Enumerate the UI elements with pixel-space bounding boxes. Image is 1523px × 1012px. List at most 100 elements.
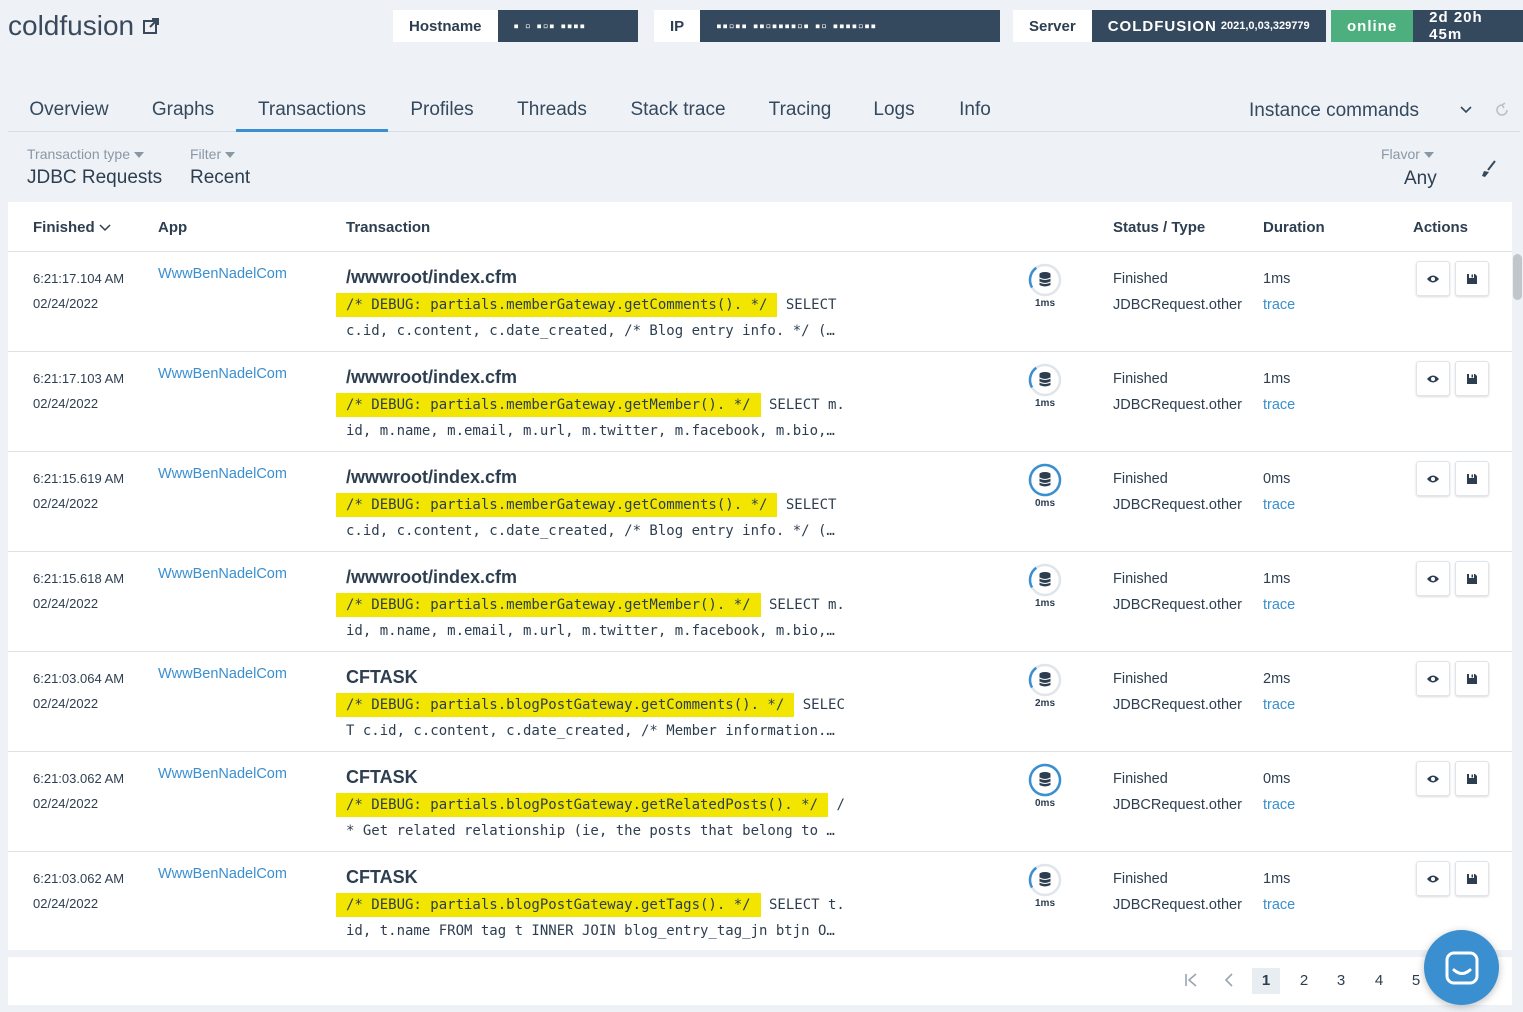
table-row[interactable]: 6:21:15.618 AM 02/24/2022 WwwBenNadelCom/w…	[8, 552, 1512, 652]
app-link[interactable]: WwwBenNadelCom	[158, 666, 287, 682]
flavor-label[interactable]: Flavor	[1381, 146, 1434, 162]
trace-link[interactable]: trace	[1263, 492, 1295, 518]
filter-label[interactable]: Filter	[190, 146, 236, 162]
save-button[interactable]	[1455, 761, 1489, 796]
view-button[interactable]	[1416, 461, 1450, 496]
trace-link[interactable]: trace	[1263, 792, 1295, 818]
transactions-table: Finished App Transaction Status / Type D…	[8, 202, 1512, 950]
scrollbar-thumb[interactable]	[1513, 254, 1522, 300]
first-page-icon[interactable]	[1183, 972, 1199, 988]
trace-link[interactable]: trace	[1263, 892, 1295, 918]
trace-link[interactable]: trace	[1263, 292, 1295, 318]
database-timing-icon	[1028, 863, 1062, 897]
database-timing-icon	[1028, 563, 1062, 597]
table-row[interactable]: 6:21:03.062 AM 02/24/2022 WwwBenNadelCom CF…	[8, 852, 1512, 950]
database-timing-icon	[1028, 263, 1062, 297]
database-timing-icon	[1028, 663, 1062, 697]
tab-logs[interactable]: Logs	[864, 92, 924, 132]
view-button[interactable]	[1416, 861, 1450, 896]
view-button[interactable]	[1416, 661, 1450, 696]
duration-value: 1ms	[1263, 271, 1291, 287]
app-link[interactable]: WwwBenNadelCom	[158, 466, 287, 482]
prev-page-icon[interactable]	[1221, 972, 1237, 988]
eye-icon	[1427, 275, 1439, 282]
col-duration[interactable]: Duration	[1263, 219, 1325, 236]
transaction-name[interactable]: /wwwroot/index.cfm	[346, 367, 517, 388]
finished-cell: 6:21:03.062 AM 02/24/2022	[33, 866, 124, 916]
chevron-down-icon[interactable]	[1460, 104, 1472, 116]
trace-link[interactable]: trace	[1263, 692, 1295, 718]
status-cell: Finished JDBCRequest.other	[1113, 466, 1242, 518]
transaction-type-label[interactable]: Transaction type	[27, 146, 144, 162]
col-status-type[interactable]: Status / Type	[1113, 219, 1205, 236]
finished-date: 02/24/2022	[33, 696, 99, 711]
tab-threads[interactable]: Threads	[506, 92, 598, 132]
table-row[interactable]: 6:21:03.064 AM 02/24/2022 WwwBenNadelCom CF…	[8, 652, 1512, 752]
eye-icon	[1427, 575, 1439, 582]
instance-commands-menu[interactable]: Instance commands	[1249, 100, 1419, 122]
app-link[interactable]: WwwBenNadelCom	[158, 266, 287, 282]
page-3[interactable]: 3	[1327, 968, 1355, 994]
chat-launcher-button[interactable]	[1424, 930, 1499, 1005]
table-row[interactable]: 6:21:17.103 AM 02/24/2022 WwwBenNadelCom/w…	[8, 352, 1512, 452]
transaction-name[interactable]: CFTASK	[346, 767, 418, 788]
save-button[interactable]	[1455, 461, 1489, 496]
tab-stack-trace[interactable]: Stack trace	[620, 92, 736, 132]
view-button[interactable]	[1416, 561, 1450, 596]
save-button[interactable]	[1455, 261, 1489, 296]
finished-cell: 6:21:03.064 AM 02/24/2022	[33, 666, 124, 716]
trace-link[interactable]: trace	[1263, 392, 1295, 418]
type-text: JDBCRequest.other	[1113, 897, 1242, 913]
save-button[interactable]	[1455, 361, 1489, 396]
transaction-type-value[interactable]: JDBC Requests	[27, 167, 162, 189]
sql-line-2: c.id, c.content, c.date_created, /* Blog…	[346, 323, 835, 339]
app-link[interactable]: WwwBenNadelCom	[158, 866, 287, 882]
eye-icon	[1427, 475, 1439, 482]
save-button[interactable]	[1455, 861, 1489, 896]
sql-line-1: SELEC	[794, 697, 845, 713]
view-button[interactable]	[1416, 261, 1450, 296]
tab-transactions[interactable]: Transactions	[236, 92, 388, 132]
filter-value[interactable]: Recent	[190, 167, 250, 189]
tab-graphs[interactable]: Graphs	[138, 92, 228, 132]
col-transaction[interactable]: Transaction	[346, 219, 430, 236]
external-link-icon[interactable]	[142, 17, 160, 35]
transaction-name[interactable]: /wwwroot/index.cfm	[346, 567, 517, 588]
clear-filters-brush-icon[interactable]	[1481, 160, 1497, 178]
tab-info[interactable]: Info	[944, 92, 1006, 132]
transaction-name[interactable]: CFTASK	[346, 667, 418, 688]
page-1[interactable]: 1	[1252, 968, 1280, 994]
finished-date: 02/24/2022	[33, 496, 99, 511]
status-cell: Finished JDBCRequest.other	[1113, 766, 1242, 818]
tab-tracing[interactable]: Tracing	[756, 92, 844, 132]
col-app[interactable]: App	[158, 219, 187, 236]
table-row[interactable]: 6:21:03.062 AM 02/24/2022 WwwBenNadelCom CF…	[8, 752, 1512, 852]
refresh-icon[interactable]	[1494, 102, 1510, 118]
debug-comment-highlight: /* DEBUG: partials.memberGateway.getComm…	[336, 293, 778, 317]
duration-cell: 2ms trace	[1263, 666, 1295, 718]
tab-profiles[interactable]: Profiles	[398, 92, 486, 132]
app-link[interactable]: WwwBenNadelCom	[158, 566, 287, 582]
save-button[interactable]	[1455, 661, 1489, 696]
page-2[interactable]: 2	[1290, 968, 1318, 994]
trace-link[interactable]: trace	[1263, 592, 1295, 618]
debug-comment-highlight: /* DEBUG: partials.blogPostGateway.getRe…	[336, 793, 829, 817]
transaction-name[interactable]: /wwwroot/index.cfm	[346, 467, 517, 488]
transaction-name[interactable]: CFTASK	[346, 867, 418, 888]
table-row[interactable]: 6:21:15.619 AM 02/24/2022 WwwBenNadelCom/w…	[8, 452, 1512, 552]
view-button[interactable]	[1416, 361, 1450, 396]
transaction-name[interactable]: /wwwroot/index.cfm	[346, 267, 517, 288]
app-link[interactable]: WwwBenNadelCom	[158, 766, 287, 782]
col-finished[interactable]: Finished	[33, 219, 111, 236]
finished-time: 6:21:15.619 AM	[33, 471, 125, 486]
status-text: Finished	[1113, 771, 1168, 787]
app-link[interactable]: WwwBenNadelCom	[158, 366, 287, 382]
view-button[interactable]	[1416, 761, 1450, 796]
hostname-value: ▪ ▫ ▪▫▪ ▪▪▪▪	[497, 10, 638, 42]
table-row[interactable]: 6:21:17.104 AM 02/24/2022 WwwBenNadelCom/w…	[8, 252, 1512, 352]
save-button[interactable]	[1455, 561, 1489, 596]
page-4[interactable]: 4	[1365, 968, 1393, 994]
tab-overview[interactable]: Overview	[8, 92, 130, 132]
flavor-value[interactable]: Any	[1404, 168, 1437, 190]
sql-line-1: SELECT	[777, 497, 837, 513]
